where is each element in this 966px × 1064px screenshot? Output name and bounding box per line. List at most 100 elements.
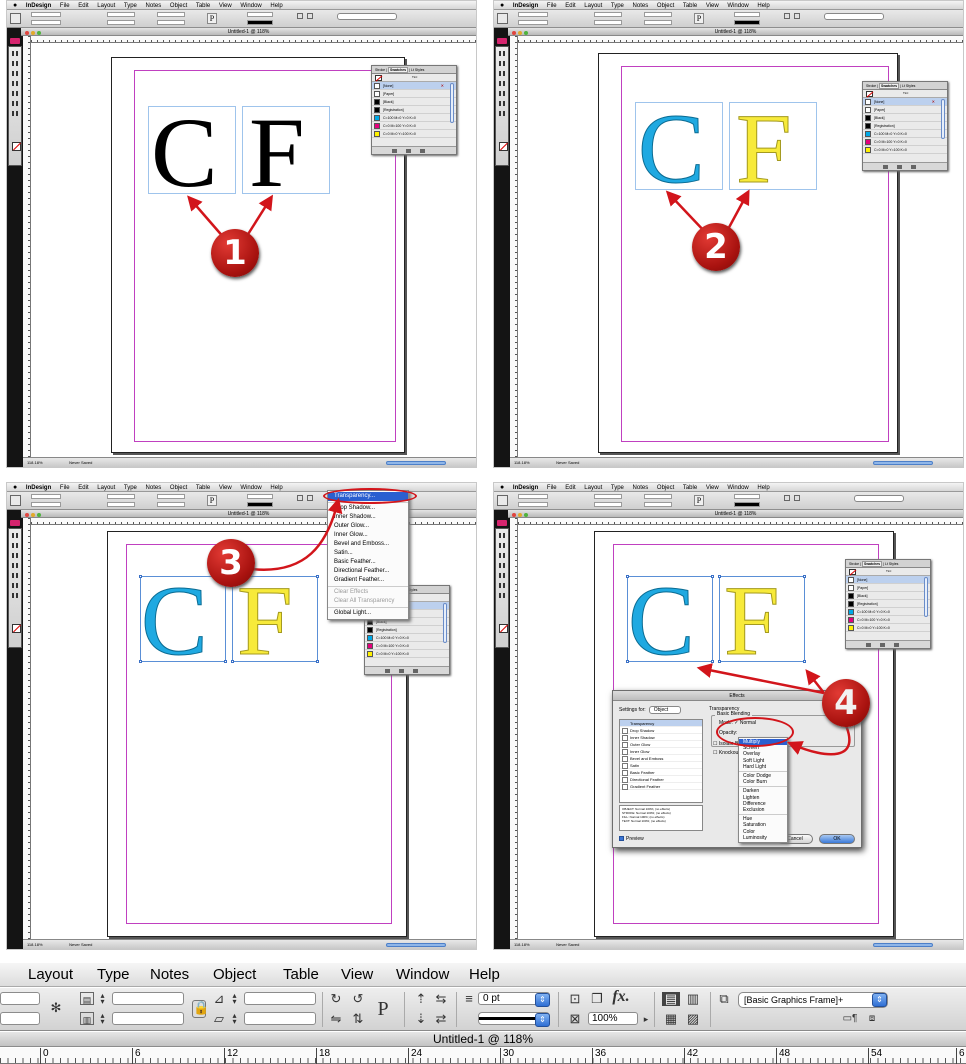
swatch-item[interactable]: C=100 M=0 Y=0 K=0 [365,634,449,642]
menu-help[interactable]: Help [757,3,769,9]
frame-c[interactable]: C [148,103,236,203]
frame-tool-icon[interactable] [499,81,507,86]
x-field[interactable] [31,12,61,17]
tab-lt-styles[interactable]: Lt Styles [411,68,424,72]
selection-tool-icon[interactable] [12,533,20,538]
show-swatches-icon[interactable] [880,643,885,647]
effect-item[interactable]: Satin [620,762,702,769]
y-field[interactable] [518,502,548,507]
frame-f[interactable]: F [729,98,817,199]
menu-item-outer-glow[interactable]: Outer Glow... [328,522,408,531]
swatch-item[interactable]: C=0 M=0 Y=100 K=0 [365,650,449,658]
tab-lt-styles[interactable]: Lt Styles [885,562,898,566]
menu-file[interactable]: File [547,3,557,9]
selection-tool-icon[interactable] [499,51,507,56]
object-style-select[interactable] [337,13,397,20]
swatch-item[interactable]: [Registration] [365,626,449,634]
menu-object[interactable]: Object [657,485,674,491]
effect-item[interactable]: Directional Feather [620,776,702,783]
swatch-item[interactable]: [Registration] [846,600,930,608]
rotate-field[interactable] [244,992,316,1005]
stroke-weight-field[interactable] [247,494,273,499]
menu-type[interactable]: Type [124,3,137,9]
close-window-icon[interactable] [512,513,516,517]
preview-checkbox[interactable]: Preview [619,836,644,842]
line-tool-icon[interactable] [12,71,20,76]
menu-app[interactable]: InDesign [26,3,51,9]
frame-tool-icon[interactable] [12,81,20,86]
frame-f[interactable]: F [718,570,806,671]
menu-notes[interactable]: Notes [150,963,189,987]
fill-none-icon[interactable] [375,75,382,81]
swatch-item[interactable]: C=100 M=0 Y=0 K=0 [846,608,930,616]
fit-icon[interactable] [784,495,790,501]
selection-handle[interactable] [316,660,319,663]
gradient-tool-icon[interactable] [12,101,20,106]
show-swatches-icon[interactable] [897,165,902,169]
scissors-tool-icon[interactable] [499,91,507,96]
distribute-space-icon[interactable]: ▨ [684,1012,702,1026]
line-tool-icon[interactable] [499,553,507,558]
fit-icon[interactable] [297,495,303,501]
menu-help[interactable]: Help [270,3,282,9]
scale-x-field[interactable] [107,12,135,17]
tab-swatches[interactable]: Swatches [387,67,409,73]
x-field[interactable] [0,992,40,1005]
selection-handle[interactable] [626,660,629,663]
delete-swatch-icon[interactable] [894,643,899,647]
shear-field[interactable] [157,20,185,25]
fill-none-icon[interactable] [849,569,856,575]
effect-item[interactable]: Drop Shadow [620,727,702,734]
menu-object[interactable]: Object [170,3,187,9]
selection-handle[interactable] [718,660,721,663]
effect-item[interactable]: Inner Glow [620,748,702,755]
shear-field[interactable] [644,20,672,25]
new-swatch-icon[interactable] [392,149,397,153]
settings-for-select[interactable]: Object [648,706,682,714]
swatch-item[interactable]: [Black] [863,114,947,122]
new-swatch-icon[interactable] [883,165,888,169]
swatch-item[interactable]: [None] ✕ [372,82,456,90]
menu-item-inner-shadow[interactable]: Inner Shadow... [328,513,408,522]
scale-x-field[interactable] [594,12,622,17]
object-style-select[interactable] [824,13,884,20]
stepper-icon[interactable]: ▴ ▾ [230,992,239,1006]
menu-type[interactable]: Type [97,963,130,987]
apple-menu-icon[interactable]: ● [500,484,504,491]
delete-swatch-icon[interactable] [911,165,916,169]
menu-type[interactable]: Type [611,3,624,9]
stepper-icon[interactable]: ▴ ▾ [98,992,107,1006]
effects-fx-icon[interactable] [794,13,800,19]
menu-table[interactable]: Table [683,485,697,491]
selection-handle[interactable] [139,660,142,663]
new-swatch-icon[interactable] [385,669,390,673]
menu-layout[interactable]: Layout [97,3,115,9]
minimize-window-icon[interactable] [518,513,522,517]
swatch-item[interactable]: C=0 M=100 Y=0 K=0 [846,616,930,624]
selection-tool-icon[interactable] [499,533,507,538]
mode-option[interactable]: Hard Light [739,764,787,770]
horizontal-scrollbar[interactable] [386,943,446,947]
effects-fx-icon[interactable] [307,495,313,501]
stroke-weight-field[interactable] [734,12,760,17]
reference-point-icon[interactable] [497,13,508,24]
frame-f[interactable]: F [231,570,319,671]
menu-help[interactable]: Help [757,485,769,491]
align-center-icon[interactable]: ▥ [684,992,702,1006]
menu-app[interactable]: InDesign [513,3,538,9]
scissors-tool-icon[interactable] [12,573,20,578]
frame-tool-icon[interactable] [499,563,507,568]
new-swatch-icon[interactable] [866,643,871,647]
menu-window[interactable]: Window [240,485,261,491]
hand-tool-icon[interactable] [12,111,20,116]
select-content-icon[interactable]: ⇆ [432,992,450,1006]
stroke-type-field[interactable] [247,502,273,507]
panel-scrollbar[interactable] [450,83,454,123]
fit-frame-icon[interactable]: ⊡ [566,992,584,1006]
hand-tool-icon[interactable] [499,593,507,598]
mode-option[interactable]: Color Burn [739,779,787,785]
menu-window[interactable]: Window [727,485,748,491]
flip-vertical-icon[interactable]: ⇅ [350,1012,366,1026]
text-wrap-icon[interactable]: P [207,13,217,24]
effect-item[interactable]: Transparency [620,720,702,727]
